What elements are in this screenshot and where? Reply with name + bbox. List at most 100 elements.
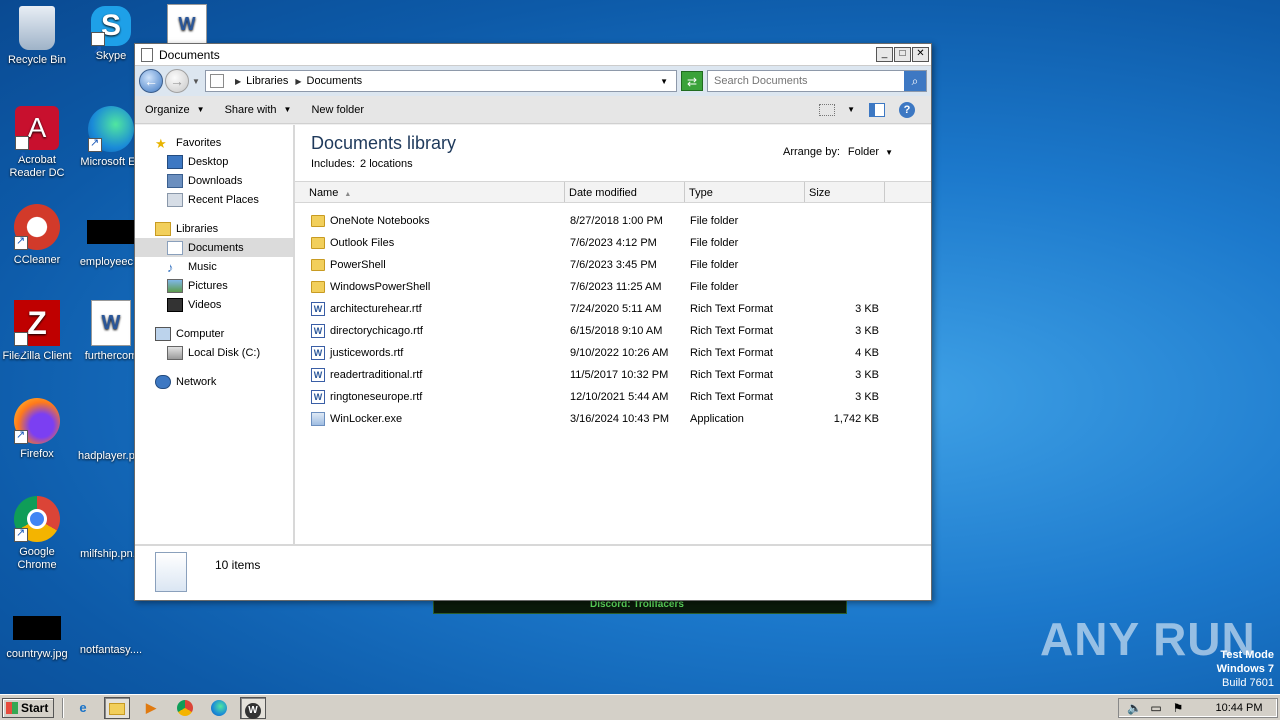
- file-name: WindowsPowerShell: [330, 281, 431, 293]
- desktop-icon-countryw[interactable]: countryw.jpg: [0, 604, 74, 661]
- start-button[interactable]: Start: [2, 697, 54, 718]
- internet-explorer-icon[interactable]: e: [70, 697, 96, 719]
- desktop-icon-acrobat[interactable]: A Acrobat Reader DC: [0, 106, 74, 180]
- network-tray-icon[interactable]: ▭: [1149, 701, 1163, 715]
- nav-item-desktop[interactable]: Desktop: [135, 152, 293, 171]
- desktop-icon-filezilla[interactable]: Z FileZilla Client: [0, 300, 74, 376]
- desktop-icon-ccleaner[interactable]: CCleaner: [0, 204, 74, 267]
- action-center-flag-icon[interactable]: ⚑: [1171, 701, 1185, 715]
- nav-network[interactable]: Network: [135, 372, 293, 391]
- nav-label: Pictures: [188, 279, 228, 292]
- close-button[interactable]: ✕: [912, 47, 929, 62]
- acrobat-icon: A: [15, 106, 59, 178]
- desktop-icon-label: Google Chrome: [17, 546, 57, 571]
- image-thumbnail-icon: [74, 604, 148, 644]
- nav-libraries[interactable]: Libraries: [135, 219, 293, 238]
- breadcrumb-libraries[interactable]: Libraries: [246, 75, 288, 87]
- help-icon[interactable]: ?: [899, 101, 915, 118]
- running-app-icon[interactable]: W: [240, 696, 266, 719]
- address-dropdown-icon[interactable]: ▼: [660, 77, 668, 86]
- desktop-icon-recycle-bin[interactable]: Recycle Bin: [0, 6, 74, 67]
- file-type: Rich Text Format: [690, 391, 773, 403]
- recent-pages-dropdown[interactable]: ▼: [192, 77, 202, 86]
- file-row[interactable]: Wreadertraditional.rtf 11/5/2017 10:32 PM…: [295, 364, 931, 386]
- share-with-button[interactable]: Share with ▼: [225, 104, 292, 116]
- nav-item-pictures[interactable]: Pictures: [135, 276, 293, 295]
- file-row[interactable]: Warchitecturehear.rtf 7/24/2020 5:11 AM Ri…: [295, 298, 931, 320]
- file-date: 7/6/2023 4:12 PM: [570, 237, 657, 249]
- search-input[interactable]: [714, 75, 904, 87]
- media-player-icon[interactable]: ▶: [138, 697, 164, 719]
- nav-label: Local Disk (C:): [188, 346, 261, 359]
- clock[interactable]: 10:44 PM: [1209, 702, 1269, 714]
- view-options-dropdown[interactable]: ▼: [847, 105, 855, 114]
- nav-item-music[interactable]: ♪ Music: [135, 257, 293, 276]
- edge-taskbar-icon[interactable]: [206, 697, 232, 719]
- new-folder-button[interactable]: New folder: [311, 104, 364, 116]
- file-row[interactable]: Wdirectorychicago.rtf 6/15/2018 9:10 AM Ri…: [295, 320, 931, 342]
- column-header-date[interactable]: Date modified: [565, 182, 685, 202]
- column-header-type[interactable]: Type: [685, 182, 805, 202]
- nav-computer[interactable]: Computer: [135, 324, 293, 343]
- column-header-size[interactable]: Size: [805, 182, 885, 202]
- caret-down-icon[interactable]: ▼: [885, 148, 893, 157]
- desktop-icon-chrome[interactable]: Google Chrome: [0, 496, 74, 572]
- refresh-button[interactable]: ⇄: [681, 71, 703, 91]
- file-name-cell: Wreadertraditional.rtf: [295, 368, 565, 382]
- volume-icon[interactable]: 🔈: [1127, 701, 1142, 715]
- maximize-button[interactable]: □: [894, 47, 911, 62]
- chevron-right-icon[interactable]: ▶: [235, 77, 241, 86]
- file-row[interactable]: WinLocker.exe 3/16/2024 10:43 PM Applicati…: [295, 408, 931, 430]
- nav-label: Libraries: [176, 222, 219, 235]
- file-row[interactable]: Wjusticewords.rtf 9/10/2022 10:26 AM Rich …: [295, 342, 931, 364]
- file-explorer-icon[interactable]: [104, 696, 130, 719]
- search-icon[interactable]: ⌕: [904, 71, 926, 91]
- sort-ascending-icon: ▲: [344, 191, 352, 198]
- nav-item-documents[interactable]: Documents: [135, 238, 293, 257]
- navigation-pane: ★ Favorites Desktop Downloads Recent Plac…: [135, 125, 295, 545]
- desktop-icon-firefox[interactable]: Firefox: [0, 398, 74, 461]
- file-name-cell: Wjusticewords.rtf: [295, 346, 565, 360]
- desktop-icon-notfantasy[interactable]: notfantasy....: [74, 604, 148, 657]
- command-bar: Organize ▼ Share with ▼ New folder ▼ ?: [135, 96, 931, 124]
- minimize-button[interactable]: _: [876, 47, 893, 62]
- file-row[interactable]: PowerShell 7/6/2023 3:45 PM File folder: [295, 254, 931, 276]
- file-row[interactable]: Outlook Files 7/6/2023 4:12 PM File folder: [295, 232, 931, 254]
- includes-locations-link[interactable]: 2 locations: [360, 158, 413, 170]
- recent-places-icon: [167, 192, 183, 207]
- desktop-icon-word-doc[interactable]: W: [150, 4, 224, 48]
- organize-button[interactable]: Organize ▼: [145, 104, 205, 116]
- caret-down-icon: ▼: [196, 105, 205, 114]
- chrome-taskbar-icon[interactable]: [172, 697, 198, 719]
- test-mode-label: Test Mode: [1220, 649, 1274, 661]
- desktop-icon-label: countryw.jpg: [6, 648, 68, 660]
- chevron-right-icon[interactable]: ▶: [295, 77, 301, 86]
- desktop-icon-label: Recycle Bin: [7, 54, 67, 66]
- file-type: Rich Text Format: [690, 303, 773, 315]
- arrange-by-dropdown[interactable]: Folder: [848, 146, 879, 158]
- back-button[interactable]: ←: [139, 69, 163, 93]
- nav-item-recent-places[interactable]: Recent Places: [135, 190, 293, 209]
- title-bar[interactable]: Documents _ □ ✕: [135, 44, 931, 66]
- share-with-label: Share with: [224, 103, 277, 116]
- change-view-icon[interactable]: [819, 103, 836, 116]
- file-date: 12/10/2021 5:44 AM: [570, 391, 669, 403]
- address-bar[interactable]: ▶ Libraries ▶ Documents ▼: [205, 70, 677, 92]
- column-label: Name: [309, 187, 339, 199]
- file-row[interactable]: Wringtoneseurope.rtf 12/10/2021 5:44 AM Ri…: [295, 386, 931, 408]
- column-header-name[interactable]: Name ▲: [295, 182, 565, 202]
- nav-item-downloads[interactable]: Downloads: [135, 171, 293, 190]
- file-name: directorychicago.rtf: [330, 325, 423, 337]
- nav-favorites[interactable]: ★ Favorites: [135, 133, 293, 152]
- nav-label: Documents: [188, 241, 244, 254]
- computer-icon: [155, 326, 171, 341]
- search-box[interactable]: ⌕: [707, 70, 927, 92]
- desktop-icon-label: FileZilla Client: [2, 350, 72, 362]
- file-row[interactable]: WindowsPowerShell 7/6/2023 11:25 AM File f…: [295, 276, 931, 298]
- preview-pane-icon[interactable]: [869, 102, 885, 117]
- forward-button[interactable]: →: [165, 69, 189, 93]
- nav-item-videos[interactable]: Videos: [135, 295, 293, 314]
- breadcrumb-documents[interactable]: Documents: [307, 75, 363, 87]
- nav-item-local-disk[interactable]: Local Disk (C:): [135, 343, 293, 362]
- file-row[interactable]: OneNote Notebooks 8/27/2018 1:00 PM File f…: [295, 210, 931, 232]
